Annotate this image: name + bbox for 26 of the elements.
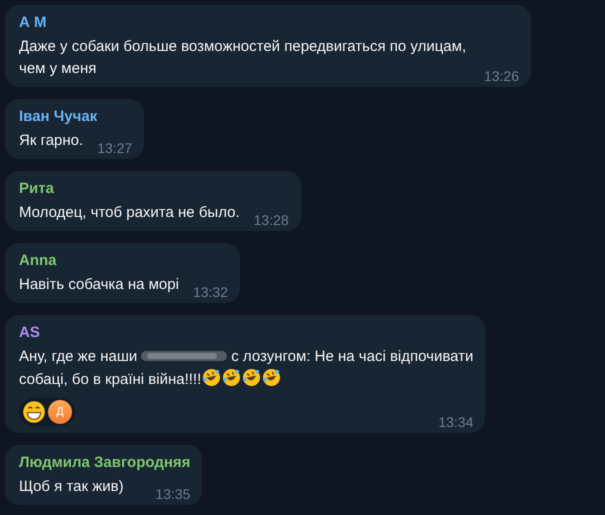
- laughing-emoji-icon: [222, 368, 242, 387]
- message-time: 13:27: [97, 140, 132, 156]
- laughing-emoji-icon: [242, 368, 262, 387]
- message-text: Молодец, чтоб рахита не было.: [19, 204, 240, 221]
- message-text: Ану, где же наши: [19, 348, 138, 365]
- message-text: Даже у собаки больше возможностей передвигаться по улицам, чем у меня: [19, 38, 466, 77]
- sender-name[interactable]: А М: [19, 13, 519, 33]
- message-text: Як гарно.: [19, 132, 84, 149]
- sender-name[interactable]: Рита: [19, 179, 289, 199]
- message-text: собаці, бо в країні війна!!!!: [19, 371, 202, 388]
- message-text: Навіть собачка на морі: [19, 276, 179, 293]
- sender-name[interactable]: AS: [19, 323, 474, 343]
- sender-name[interactable]: Людмила Завгородняя: [19, 453, 190, 473]
- message-time: 13:26: [484, 68, 519, 84]
- message-time: 13:28: [254, 212, 289, 228]
- laughing-emoji-icon: [202, 368, 222, 387]
- sender-name[interactable]: Іван Чучак: [19, 107, 132, 127]
- message-time: 13:34: [438, 414, 474, 430]
- sender-name[interactable]: Anna: [19, 251, 228, 271]
- reactor-avatar: Д: [48, 400, 72, 424]
- message-time: 13:35: [155, 486, 190, 502]
- laughing-emoji-icon: [262, 368, 282, 387]
- message-text: Щоб я так жив): [19, 478, 124, 495]
- message-text: с лозунгом: Не на часі відпочивати: [231, 348, 474, 365]
- grinning-emoji-icon[interactable]: [22, 400, 46, 424]
- message-time: 13:32: [192, 284, 228, 300]
